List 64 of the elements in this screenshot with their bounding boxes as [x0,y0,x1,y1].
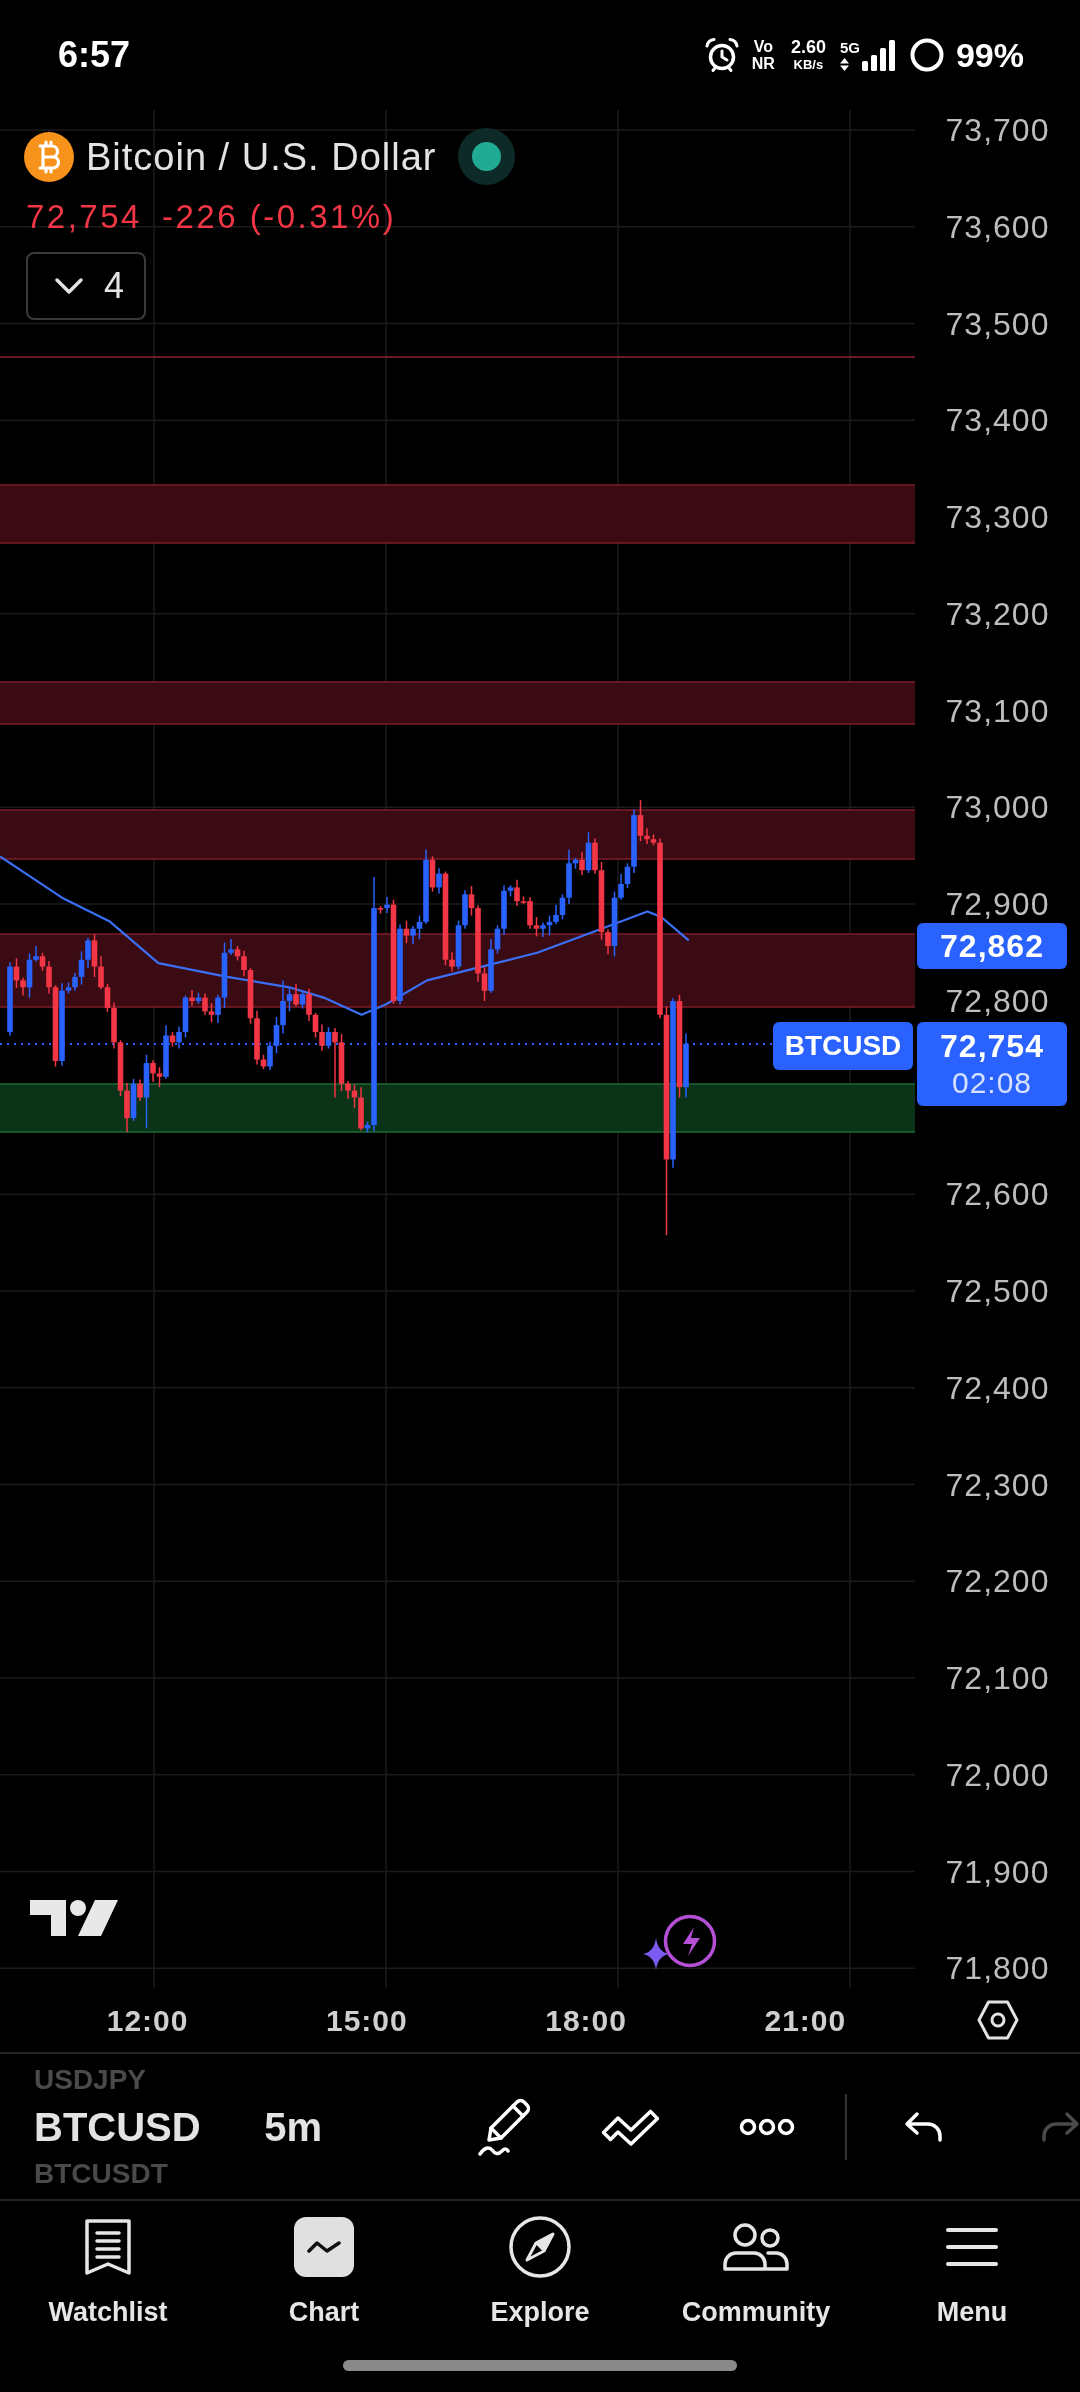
price-axis-label: 71,900 [945,1853,1050,1890]
price-axis-label: 72,600 [945,1176,1050,1213]
countdown-timer: 02:08 [951,1065,1033,1101]
data-arrows-icon [839,58,849,71]
clock-time: 6:57 [58,37,131,73]
network-label: NR [751,55,775,72]
price-axis-label: 72,500 [945,1273,1050,1309]
price-axis-label: 73,100 [945,692,1050,729]
nav-tab[interactable]: Explore [432,2201,648,2343]
lightning-sparkle-icon [643,1914,717,1970]
price-tag: 72,862 [917,923,1067,969]
assistant-button[interactable] [643,1914,717,1970]
price-axis-label: 72,100 [945,1660,1050,1696]
line-chart-icon [294,2217,354,2277]
compass-icon [509,2216,571,2278]
price-axis-label: 72,400 [945,1369,1050,1406]
menu-icon [946,2227,998,2267]
time-axis-label: 21:00 [764,2002,847,2039]
list-bookmark-icon [85,2219,131,2275]
nav-tab[interactable]: Community [648,2201,864,2343]
price-axis-label: 72,900 [945,886,1050,922]
price-axis-label: 72,200 [945,1563,1050,1600]
price-axis-label: 73,300 [945,499,1050,535]
price-value: 72,754 [940,1027,1044,1065]
chart-title: Bitcoin / U.S. Dollar [86,134,437,180]
price-axis-label: 73,700 [945,112,1050,148]
price-axis-label: 73,000 [945,789,1050,826]
last-price: 72,754 [26,199,142,235]
ring-icon [909,38,944,72]
price-axis-label: 73,500 [945,305,1050,342]
settings-button[interactable] [976,2000,1019,2040]
undo-icon [904,2110,944,2143]
more-button[interactable] [739,2116,795,2137]
settings-icon [976,2000,1019,2040]
nav-tab[interactable]: Watchlist [0,2201,216,2343]
network-label: Vo [753,38,773,55]
price-axis-label: 72,300 [945,1466,1050,1503]
symbol-option[interactable]: BTCUSD [34,2102,201,2151]
speed-unit: KB/s [793,57,824,72]
bitcoin-icon [24,131,74,182]
price-axis-label: 73,200 [945,595,1050,632]
price-axis-label: 72,800 [945,982,1050,1019]
time-axis-label: 15:00 [326,2002,408,2039]
more-icon [739,2116,795,2137]
undo-button[interactable] [904,2110,944,2143]
interval-button[interactable]: 5m [264,2102,322,2151]
indicators-toggle[interactable]: 4 [26,252,146,320]
redo-icon [1040,2110,1080,2143]
nav-tab[interactable]: Chart [216,2201,432,2343]
alarm-icon [703,37,740,73]
price-axis-label: 72,000 [945,1756,1050,1793]
network-speed: 2.60 [790,38,826,57]
network-type: 5G [839,39,860,56]
signal-icon [861,39,896,71]
price-change: -226 (-0.31%) [161,199,397,235]
battery-percent: 99% [955,38,1024,72]
time-axis-label: 18:00 [545,2002,627,2039]
price-axis-label: 73,400 [945,402,1050,439]
time-axis-label: 12:00 [106,2002,189,2039]
people-icon [723,2223,789,2271]
price-axis-label: 73,600 [945,208,1050,245]
symbol-tag: BTCUSD [773,1022,913,1070]
price-axis-label: 71,800 [945,1950,1050,1987]
nav-tab[interactable]: Menu [864,2201,1080,2343]
